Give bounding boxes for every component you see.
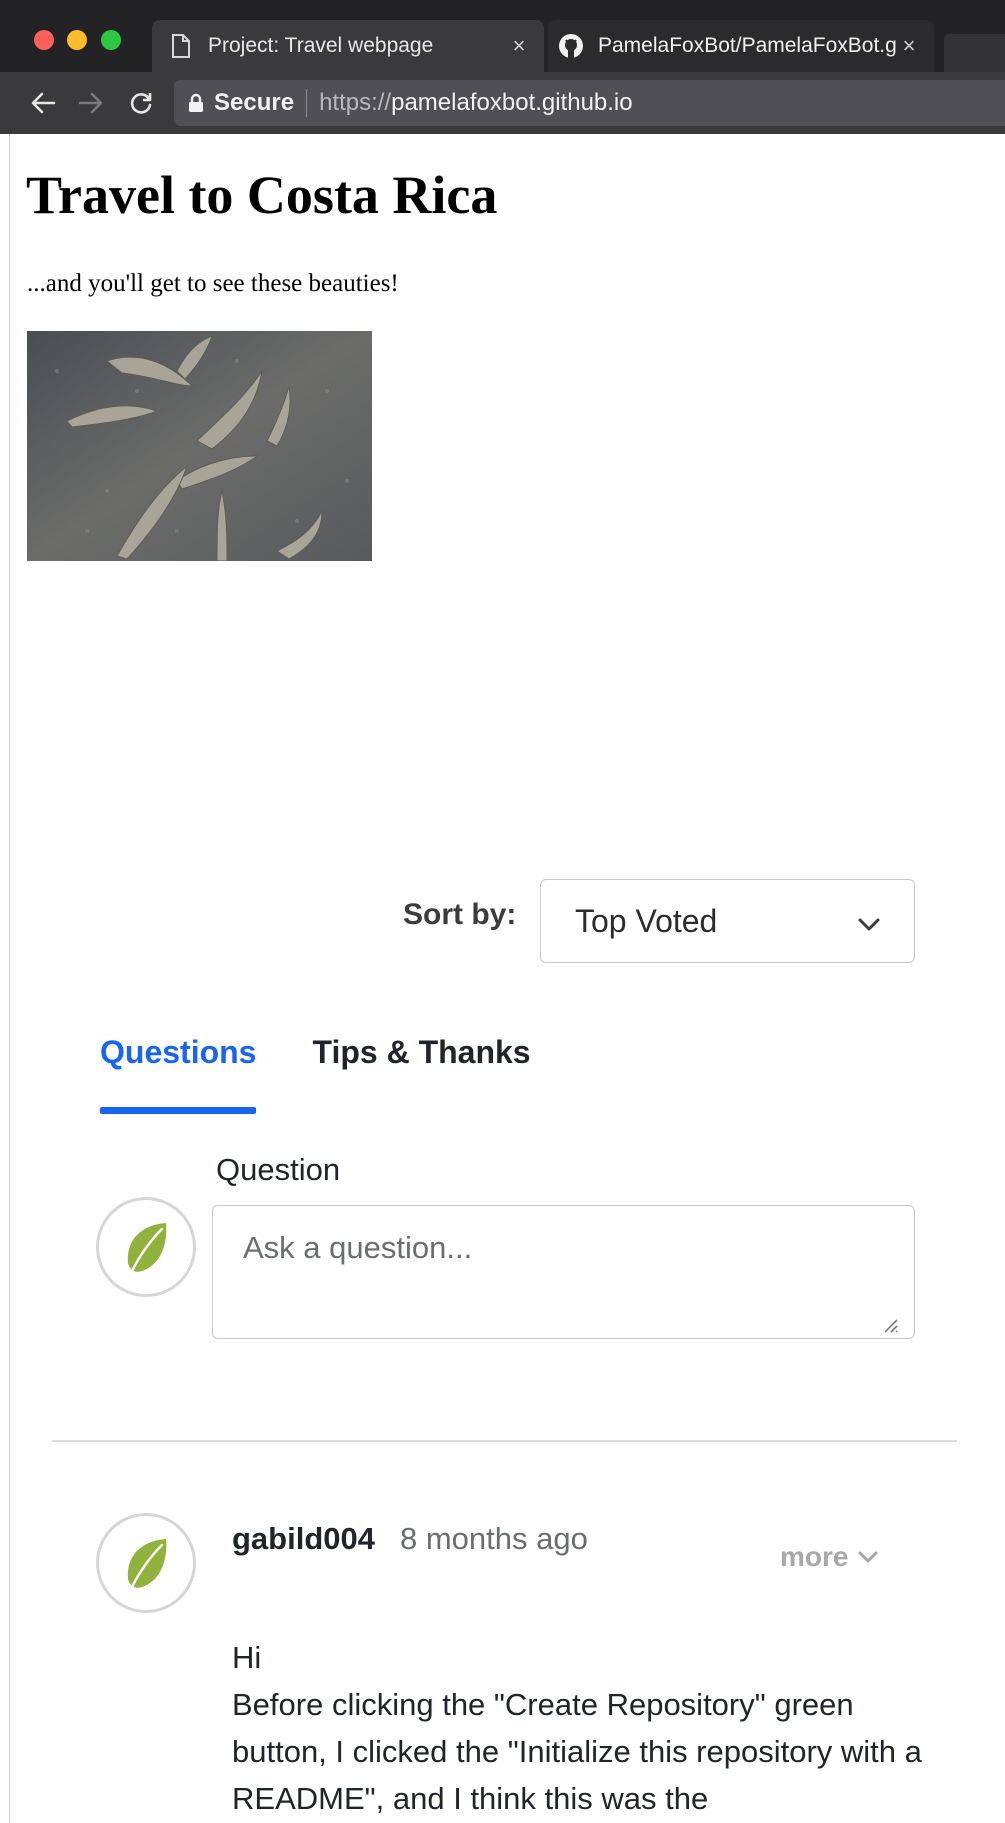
page-content: Travel to Costa Rica ...and you'll get t…	[10, 134, 1005, 1823]
avatar	[96, 1513, 196, 1613]
tab-title: Project: Travel webpage	[208, 34, 434, 57]
divider	[52, 1440, 957, 1442]
page-subtitle: ...and you'll get to see these beauties!	[27, 270, 399, 297]
address-bar[interactable]: Secure https:// pamelafoxbot.github.io	[174, 80, 1005, 126]
sort-dropdown[interactable]: Top Voted	[540, 879, 915, 963]
leaf-icon	[127, 1539, 167, 1589]
tab-questions[interactable]: Questions	[100, 1034, 257, 1114]
address-separator	[306, 89, 308, 117]
sort-label: Sort by:	[403, 898, 517, 931]
comment-author[interactable]: gabild004	[232, 1521, 375, 1557]
avatar	[96, 1197, 196, 1297]
forward-icon[interactable]	[74, 86, 108, 120]
leaf-icon	[127, 1223, 167, 1273]
comment-timestamp: 8 months ago	[400, 1521, 588, 1556]
browser-chrome: Project: Travel webpage × PamelaFoxBot/P…	[0, 0, 1005, 134]
browser-tab-travel[interactable]: Project: Travel webpage ×	[152, 20, 544, 72]
comment-body: Hi Before clicking the "Create Repositor…	[232, 1634, 932, 1822]
more-label: more	[780, 1541, 849, 1572]
tab-tips-and-thanks[interactable]: Tips & Thanks	[312, 1034, 530, 1114]
chevron-down-icon	[858, 903, 880, 940]
minimize-window-button[interactable]	[67, 30, 87, 50]
chevron-down-icon	[858, 1551, 878, 1563]
resize-handle-icon[interactable]	[879, 1314, 899, 1334]
comment-line: Hi	[232, 1640, 262, 1675]
tab-strip: Project: Travel webpage × PamelaFoxBot/P…	[0, 0, 1005, 72]
browser-tab-github[interactable]: PamelaFoxBot/PamelaFoxBot.g ×	[548, 20, 934, 72]
url-scheme: https://	[319, 89, 392, 116]
document-icon	[168, 33, 194, 59]
close-window-button[interactable]	[34, 30, 54, 50]
lock-icon	[188, 93, 204, 113]
back-icon[interactable]	[26, 86, 60, 120]
sort-selected-value: Top Voted	[575, 902, 718, 939]
question-input[interactable]	[212, 1205, 915, 1339]
close-tab-icon[interactable]: ×	[506, 33, 532, 59]
new-tab-button[interactable]	[944, 34, 1005, 72]
close-tab-icon[interactable]: ×	[896, 33, 922, 59]
browser-toolbar: Secure https:// pamelafoxbot.github.io	[0, 72, 1005, 134]
page-title: Travel to Costa Rica	[26, 165, 498, 225]
tab-title: PamelaFoxBot/PamelaFoxBot.g	[598, 34, 896, 57]
question-field-label: Question	[216, 1152, 341, 1187]
github-icon	[558, 33, 584, 59]
page-left-edge	[0, 134, 10, 1823]
secure-label: Secure	[214, 89, 295, 116]
reload-icon[interactable]	[124, 86, 158, 120]
url-host: pamelafoxbot.github.io	[391, 89, 633, 116]
discussion-tabs: Questions Tips & Thanks	[100, 1034, 587, 1114]
maximize-window-button[interactable]	[101, 30, 121, 50]
crocodile-photo	[27, 331, 372, 561]
comment-line: Before clicking the "Create Repository" …	[232, 1687, 922, 1816]
more-menu-button[interactable]: more	[780, 1541, 878, 1573]
